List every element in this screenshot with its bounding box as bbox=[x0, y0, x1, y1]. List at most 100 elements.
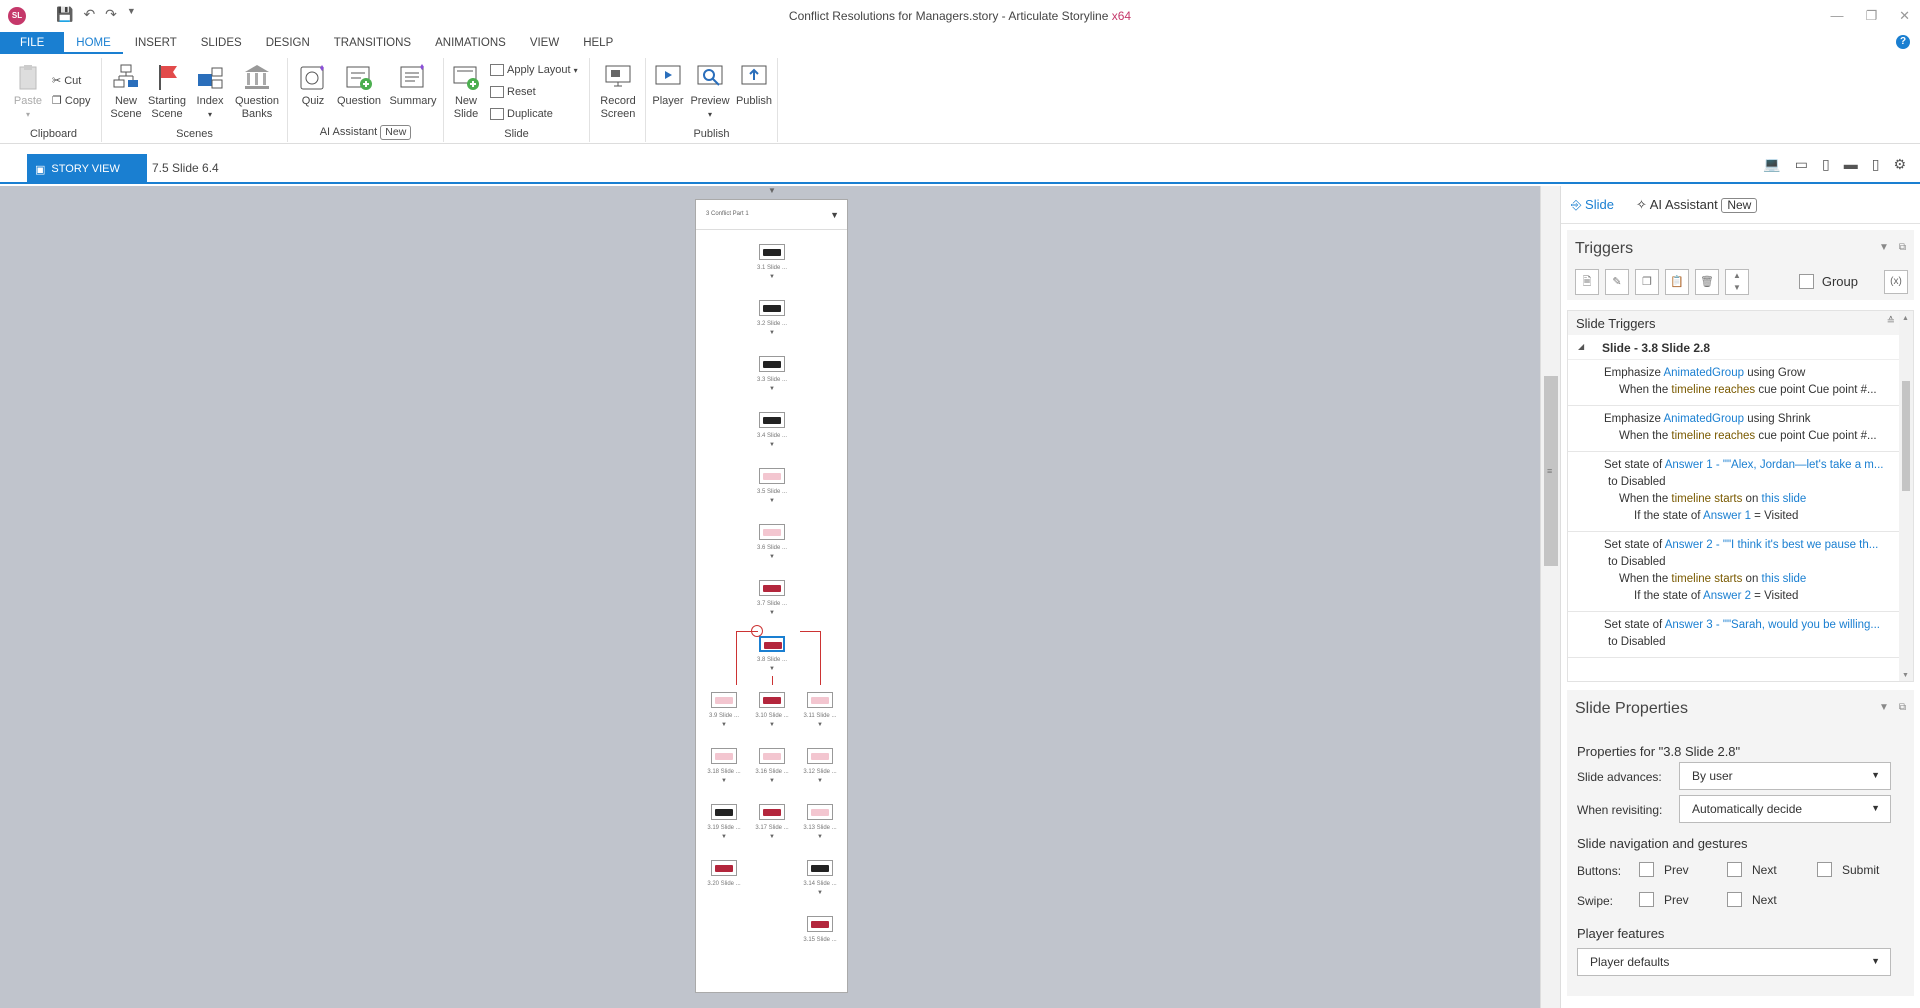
collapse-icon[interactable]: ▼ bbox=[1879, 702, 1889, 713]
copy-button[interactable]: ❐ Copy bbox=[52, 94, 91, 108]
slide-thumbnail[interactable] bbox=[759, 412, 785, 428]
slide-node[interactable]: 3.13 Slide ... ▼ bbox=[803, 804, 837, 840]
trigger-item[interactable]: Set state of Answer 1 - ""Alex, Jordan—l… bbox=[1568, 452, 1913, 532]
trigger-object-link[interactable]: Answer 3 - ""Sarah, would you be willing… bbox=[1665, 619, 1880, 631]
minimize-icon[interactable]: — bbox=[1830, 8, 1843, 24]
trigger-object-link[interactable]: AnimatedGroup bbox=[1663, 413, 1744, 425]
tab-slides[interactable]: SLIDES bbox=[189, 32, 254, 54]
popout-icon[interactable]: ⧉ bbox=[1899, 242, 1906, 253]
trigger-item[interactable]: Set state of Answer 2 - ""I think it's b… bbox=[1568, 532, 1913, 612]
tablet-landscape-icon[interactable]: ▭ bbox=[1795, 156, 1808, 173]
slide-thumbnail[interactable] bbox=[807, 804, 833, 820]
slide-node[interactable]: 3.8 Slide ... ▼ bbox=[757, 636, 787, 672]
slide-thumbnail[interactable] bbox=[807, 916, 833, 932]
buttons-submit-checkbox[interactable]: Submit bbox=[1817, 862, 1879, 877]
starting-scene-button[interactable]: Starting Scene bbox=[146, 62, 188, 121]
tab-insert[interactable]: INSERT bbox=[123, 32, 189, 54]
slide-node[interactable]: 3.18 Slide ... ▼ bbox=[707, 748, 741, 784]
trigger-item[interactable]: Set state of Answer 3 - ""Sarah, would y… bbox=[1568, 612, 1913, 658]
slide-node[interactable]: 3.16 Slide ... ▼ bbox=[755, 748, 789, 784]
checkbox-box[interactable] bbox=[1727, 892, 1742, 907]
group-checkbox-box[interactable] bbox=[1798, 274, 1814, 289]
cut-button[interactable]: ✂ Cut bbox=[52, 74, 81, 88]
preview-button[interactable]: Preview ▾ bbox=[690, 62, 730, 121]
question-banks-button[interactable]: Question Banks bbox=[232, 62, 282, 121]
player-features-select[interactable]: Player defaults ▼ bbox=[1577, 948, 1891, 976]
copy-trigger-icon[interactable]: ❐ bbox=[1635, 269, 1659, 295]
record-screen-button[interactable]: Record Screen bbox=[596, 62, 640, 121]
scene-card[interactable]: 3 Conflict Part 1 ▼ 3.1 Slide ... ▼ 3.2 Sl… bbox=[695, 199, 848, 993]
slide-node[interactable]: 3.20 Slide ... bbox=[707, 860, 741, 887]
collapse-icon[interactable]: ▼ bbox=[1879, 242, 1889, 253]
slide-thumbnail[interactable] bbox=[807, 748, 833, 764]
slide-thumbnail[interactable] bbox=[711, 860, 737, 876]
slide-thumbnail[interactable] bbox=[759, 580, 785, 596]
chevron-down-icon[interactable]: ▼ bbox=[830, 210, 839, 220]
slide-node[interactable]: 3.4 Slide ... ▼ bbox=[757, 412, 787, 448]
slide-thumbnail[interactable] bbox=[711, 804, 737, 820]
summary-button[interactable]: Summary bbox=[388, 62, 438, 108]
slide-node[interactable]: 3.3 Slide ... ▼ bbox=[757, 356, 787, 392]
tab-transitions[interactable]: TRANSITIONS bbox=[322, 32, 423, 54]
tab-home[interactable]: HOME bbox=[64, 32, 123, 54]
new-trigger-icon[interactable]: 🗎 bbox=[1575, 269, 1599, 295]
group-checkbox[interactable]: Group bbox=[1798, 274, 1858, 289]
trigger-scroll-thumb[interactable] bbox=[1902, 381, 1910, 491]
tab-slide[interactable]: ⎆ Slide bbox=[1571, 197, 1614, 213]
settings-icon[interactable]: ⚙ bbox=[1893, 156, 1906, 173]
slide-thumbnail[interactable] bbox=[759, 468, 785, 484]
tab-design[interactable]: DESIGN bbox=[254, 32, 322, 54]
tab-help[interactable]: HELP bbox=[571, 32, 625, 54]
scroll-up-icon[interactable]: ▲ bbox=[1902, 315, 1909, 322]
close-icon[interactable]: ✕ bbox=[1899, 8, 1910, 24]
apply-layout-button[interactable]: Apply Layout ▾ bbox=[490, 64, 578, 76]
trigger-object-link[interactable]: Answer 2 - ""I think it's best we pause … bbox=[1665, 539, 1879, 551]
tab-ai-assistant[interactable]: ✧ AI Assistant New bbox=[1636, 197, 1758, 213]
slide-node[interactable]: 3.5 Slide ... ▼ bbox=[757, 468, 787, 504]
trigger-object-link[interactable]: Answer 2 bbox=[1703, 590, 1751, 602]
tab-view[interactable]: VIEW bbox=[518, 32, 571, 54]
trigger-item[interactable]: Emphasize AnimatedGroup using Grow When t… bbox=[1568, 360, 1913, 406]
slide-thumbnail[interactable] bbox=[759, 244, 785, 260]
story-view-tab[interactable]: ▣ STORY VIEW bbox=[27, 154, 147, 184]
swipe-next-checkbox[interactable]: Next bbox=[1727, 892, 1777, 907]
collapse-all-icon[interactable]: ≙ bbox=[1887, 316, 1895, 327]
slide-thumbnail[interactable] bbox=[759, 524, 785, 540]
slide-thumbnail[interactable] bbox=[759, 356, 785, 372]
trigger-object-link[interactable]: AnimatedGroup bbox=[1663, 367, 1744, 379]
slide-node[interactable]: 3.17 Slide ... ▼ bbox=[755, 804, 789, 840]
trigger-object-link[interactable]: timeline starts bbox=[1671, 493, 1742, 505]
slide-thumbnail[interactable] bbox=[759, 636, 785, 652]
slide-node[interactable]: 3.11 Slide ... ▼ bbox=[804, 692, 836, 728]
slide-advances-select[interactable]: By user ▼ bbox=[1679, 762, 1891, 790]
tablet-portrait-icon[interactable]: ▯ bbox=[1822, 156, 1830, 173]
trigger-item[interactable]: Emphasize AnimatedGroup using Shrink When… bbox=[1568, 406, 1913, 452]
trigger-object-link[interactable]: timeline starts bbox=[1671, 573, 1742, 585]
trigger-list-scrollbar[interactable]: ▲ ▼ bbox=[1899, 311, 1913, 681]
laptop-icon[interactable]: 💻 bbox=[1763, 156, 1780, 173]
checkbox-box[interactable] bbox=[1639, 862, 1654, 877]
slide-thumbnail[interactable] bbox=[759, 300, 785, 316]
reset-button[interactable]: Reset bbox=[490, 86, 536, 98]
slide-breadcrumb[interactable]: 7.5 Slide 6.4 bbox=[152, 161, 219, 175]
trigger-object-link[interactable]: Answer 1 - ""Alex, Jordan—let's take a m… bbox=[1665, 459, 1884, 471]
slide-thumbnail[interactable] bbox=[807, 692, 833, 708]
quiz-button[interactable]: Quiz bbox=[296, 62, 330, 108]
edit-trigger-icon[interactable]: ✎ bbox=[1605, 269, 1629, 295]
slide-node[interactable]: 3.2 Slide ... ▼ bbox=[757, 300, 787, 336]
scroll-down-icon[interactable]: ▼ bbox=[1902, 672, 1909, 679]
tab-animations[interactable]: ANIMATIONS bbox=[423, 32, 518, 54]
slide-node[interactable]: 3.19 Slide ... ▼ bbox=[707, 804, 741, 840]
slide-node[interactable]: 3.6 Slide ... ▼ bbox=[757, 524, 787, 560]
slide-node[interactable]: 3.15 Slide ... bbox=[803, 916, 837, 943]
help-icon[interactable]: ? bbox=[1896, 35, 1910, 49]
buttons-prev-checkbox[interactable]: Prev bbox=[1639, 862, 1689, 877]
slide-node[interactable]: 3.14 Slide ... ▼ bbox=[803, 860, 837, 896]
paste-button[interactable]: Paste ▾ bbox=[10, 62, 46, 121]
trigger-object-link[interactable]: this slide bbox=[1762, 573, 1807, 585]
slide-thumbnail[interactable] bbox=[759, 748, 785, 764]
tab-file[interactable]: FILE bbox=[0, 32, 65, 54]
slide-thumbnail[interactable] bbox=[807, 860, 833, 876]
index-button[interactable]: Index ▾ bbox=[192, 62, 228, 121]
checkbox-box[interactable] bbox=[1639, 892, 1654, 907]
